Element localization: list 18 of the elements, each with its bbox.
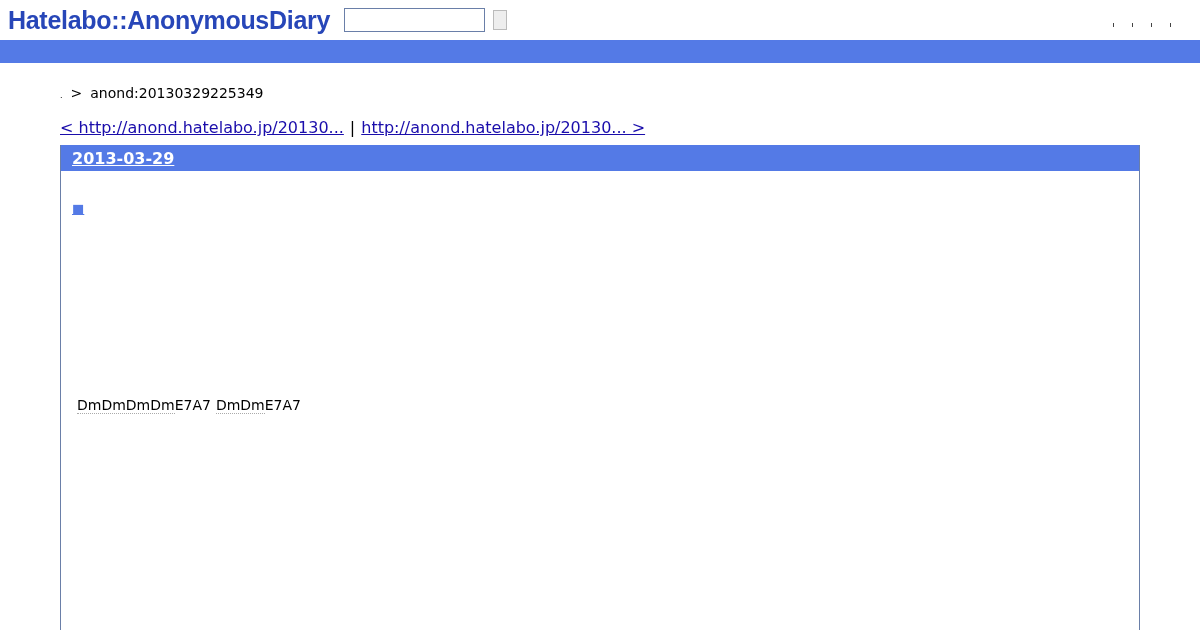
prev-link[interactable]: < http://anond.hatelabo.jp/20130... [60, 118, 344, 137]
date-link[interactable]: 2013-03-29 [72, 148, 175, 168]
body-text: E7A7 [264, 397, 301, 413]
keyword-link[interactable]: DmDmDmDm [77, 397, 175, 414]
search-field[interactable] [344, 8, 485, 32]
keyword-link[interactable]: DmDm [215, 397, 265, 414]
link-icon[interactable] [1112, 22, 1115, 28]
link-icon[interactable] [1169, 22, 1172, 28]
pager-divider: | [349, 118, 356, 137]
site-logo[interactable]: Hatelabo::AnonymousDiary [8, 5, 330, 35]
breadcrumb-arrow: > [70, 85, 83, 101]
section-link[interactable]: ■ [72, 201, 85, 216]
link-icon[interactable] [1131, 22, 1134, 28]
breadcrumb-current: anond:20130329225349 [90, 85, 264, 101]
link-icon[interactable] [1150, 22, 1153, 28]
breadcrumb-link[interactable]: . [60, 91, 63, 100]
body-text: E7A7 [174, 397, 211, 413]
next-link[interactable]: http://anond.hatelabo.jp/20130... > [361, 118, 646, 137]
